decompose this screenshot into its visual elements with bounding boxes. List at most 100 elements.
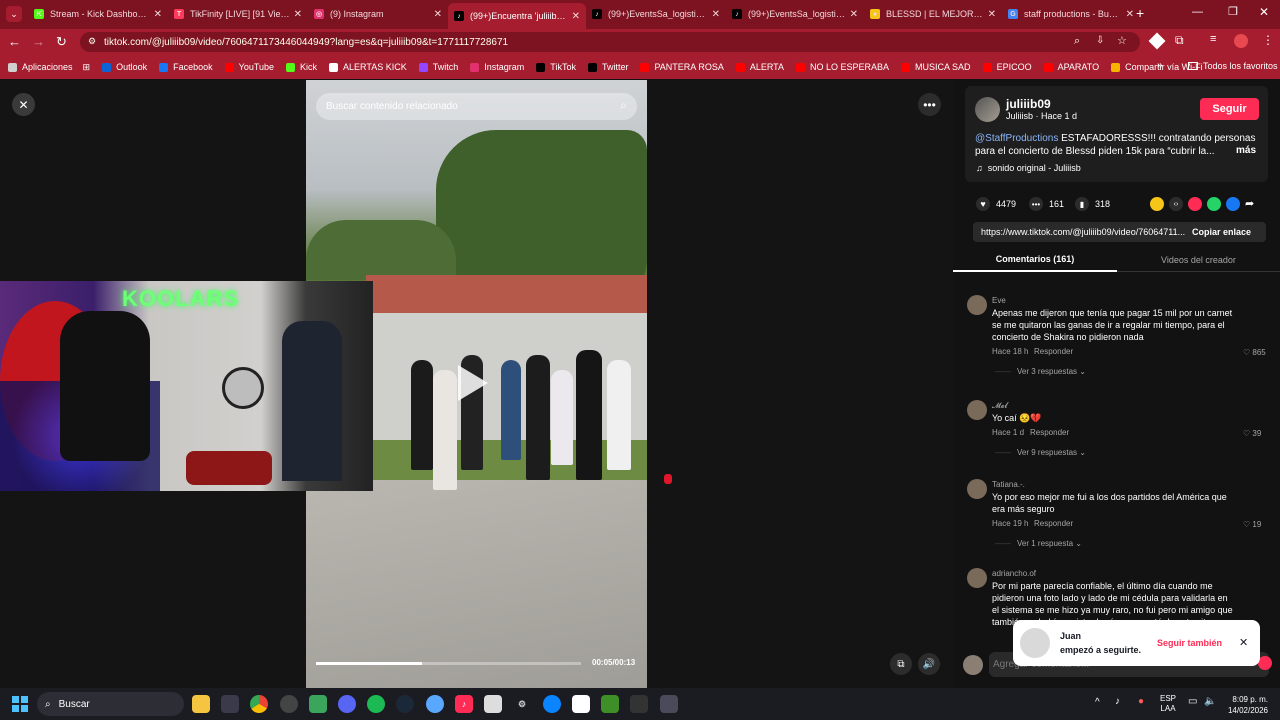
comment-user[interactable]: Tatiana.-. <box>992 480 1025 489</box>
media-control-icon[interactable]: ≡ <box>1210 33 1216 45</box>
view-replies-button[interactable]: —— Ver 3 respuestas ⌄ <box>995 367 1086 376</box>
comment-like[interactable]: ♡ 19 <box>1243 520 1261 529</box>
close-window-button[interactable]: ✕ <box>1259 5 1269 19</box>
more-options-button[interactable]: ••• <box>918 93 941 116</box>
tab-close-icon[interactable]: ✕ <box>988 9 996 20</box>
tab-search-button[interactable]: ⌄ <box>6 6 22 22</box>
search-icon[interactable]: ⌕ <box>620 98 627 113</box>
forward-button[interactable]: → <box>32 34 45 49</box>
volume-button[interactable]: 🔊 <box>918 653 940 675</box>
clock[interactable]: 8:09 p. m. 14/02/2026 <box>1224 694 1268 716</box>
browser-tab[interactable]: ● BLESSD | EL MEJOR HOMBRE ✕ <box>864 3 1002 25</box>
post-link[interactable]: https://www.tiktok.com/@juliiib09/video/… <box>981 227 1186 237</box>
browser-tab[interactable]: Gstaff productions - Buscar ✕ <box>1002 3 1140 25</box>
zoom-icon[interactable]: ⌕ <box>1074 35 1080 48</box>
browser-tab[interactable]: ♪ (99+)EventsSa_logistic (@ ✕ <box>726 3 864 25</box>
related-search-input[interactable]: Buscar contenido relacionado ⌕ <box>316 93 637 120</box>
back-button[interactable]: ← <box>8 34 21 49</box>
browser-tab[interactable]: ♪ (99+)EventsSa_logistic (@ ✕ <box>586 3 726 25</box>
capcut-icon[interactable] <box>572 695 590 713</box>
play-button[interactable] <box>458 365 488 401</box>
facebook-icon[interactable] <box>1226 197 1240 211</box>
new-tab-button[interactable]: + <box>1136 5 1144 21</box>
calculator-icon[interactable] <box>660 695 678 713</box>
reply-button[interactable]: Responder <box>1034 347 1073 356</box>
apps-grid-icon[interactable]: ⊞ <box>83 62 91 73</box>
send-icon[interactable] <box>1188 197 1202 211</box>
spotify-icon[interactable] <box>367 695 385 713</box>
creator-avatar[interactable] <box>975 97 1000 122</box>
reload-button[interactable]: ↻ <box>56 34 67 50</box>
bookmarks-overflow-icon[interactable]: » <box>1157 60 1163 71</box>
app-icon-2[interactable] <box>280 695 298 713</box>
reply-button[interactable]: Responder <box>1030 428 1069 437</box>
close-video-button[interactable]: ✕ <box>12 93 35 116</box>
app-icon-5[interactable] <box>484 695 502 713</box>
share-arrow-icon[interactable]: ➦ <box>1245 197 1254 211</box>
like-action[interactable]: ♥ 4479 <box>976 197 1016 211</box>
whatsapp-icon[interactable] <box>1207 197 1221 211</box>
bookmark-item[interactable]: Facebook <box>159 62 213 72</box>
bookmark-star-icon[interactable]: ☆ <box>1117 34 1127 47</box>
follow-back-button[interactable]: Seguir también <box>1157 638 1222 648</box>
comment-avatar[interactable] <box>967 295 987 315</box>
comment-user[interactable]: adriancho.of <box>992 569 1036 578</box>
embed-icon[interactable]: ‹› <box>1169 197 1183 211</box>
extension-icon[interactable] <box>1148 32 1166 50</box>
bookmark-item[interactable]: ALERTA <box>735 62 784 72</box>
tiktok-icon[interactable]: ♪ <box>455 695 473 713</box>
creator-username[interactable]: juliiib09 <box>1006 97 1051 111</box>
toast-avatar[interactable] <box>1020 628 1050 658</box>
comment-avatar[interactable] <box>967 568 987 588</box>
settings-icon[interactable]: ⚙ <box>513 695 531 713</box>
site-info-icon[interactable]: ⚙ <box>88 36 96 47</box>
tray-network-icon[interactable]: ▭ <box>1188 696 1197 707</box>
view-replies-button[interactable]: —— Ver 1 respuesta ⌄ <box>995 539 1082 548</box>
language-indicator[interactable]: ESP LAA <box>1160 694 1176 714</box>
pip-button[interactable]: ⧉ <box>890 653 912 675</box>
tab-close-icon[interactable]: ✕ <box>154 9 162 20</box>
chrome-icon[interactable] <box>250 695 268 713</box>
tab-close-icon[interactable]: ✕ <box>572 11 580 22</box>
tab-close-icon[interactable]: ✕ <box>294 9 302 20</box>
app-icon-7[interactable] <box>630 695 648 713</box>
save-action[interactable]: ▮ 318 <box>1075 197 1110 211</box>
bookmark-item[interactable]: EPICOO <box>982 62 1032 72</box>
comment-like[interactable]: ♡ 865 <box>1243 348 1266 357</box>
bookmark-item[interactable]: APARATO <box>1043 62 1099 72</box>
taskbar-search[interactable]: ⌕ Buscar <box>37 692 184 716</box>
restore-button[interactable]: ❐ <box>1228 5 1238 18</box>
comment-avatar[interactable] <box>967 479 987 499</box>
comment-like[interactable]: ♡ 39 <box>1243 429 1261 438</box>
caption-more-link[interactable]: más <box>1236 145 1256 156</box>
tray-chevron-icon[interactable]: ^ <box>1095 697 1100 708</box>
app-icon-4[interactable] <box>426 695 444 713</box>
browser-tab[interactable]: K Stream - Kick Dashboard ✕ <box>28 3 168 25</box>
bookmark-item[interactable]: TikTok <box>536 62 576 72</box>
tab-comments[interactable]: Comentarios (161) <box>953 248 1117 272</box>
comment-avatar[interactable] <box>967 400 987 420</box>
file-explorer-icon[interactable] <box>192 695 210 713</box>
comment-user[interactable]: 𝓜𝓮𝓵 <box>992 401 1008 411</box>
profile-avatar[interactable] <box>1234 34 1248 48</box>
coin-icon[interactable] <box>1150 197 1164 211</box>
install-app-icon[interactable]: ⇩ <box>1096 35 1104 46</box>
tab-close-icon[interactable]: ✕ <box>850 9 858 20</box>
tab-close-icon[interactable]: ✕ <box>434 9 442 20</box>
tab-creator-videos[interactable]: Videos del creador <box>1117 248 1280 272</box>
bookmark-item[interactable]: YouTube <box>224 62 274 72</box>
toast-name[interactable]: Juan <box>1060 631 1081 641</box>
bookmark-item[interactable]: Kick <box>286 62 317 72</box>
toast-close-icon[interactable]: ✕ <box>1239 636 1248 649</box>
bookmark-item[interactable]: Aplicaciones ⊞ <box>8 62 90 73</box>
minimize-button[interactable]: — <box>1192 6 1203 18</box>
copy-link-button[interactable]: Copiar enlace <box>1192 227 1251 237</box>
app-icon-6[interactable] <box>543 695 561 713</box>
tab-close-icon[interactable]: ✕ <box>1126 9 1134 20</box>
app-icon-3[interactable] <box>309 695 327 713</box>
browser-tab[interactable]: ◎ (9) Instagram ✕ <box>308 3 448 25</box>
video-progress-track[interactable] <box>316 662 581 665</box>
tray-mic-icon[interactable]: ● <box>1138 696 1144 707</box>
bookmark-item[interactable]: PANTERA ROSA <box>640 62 724 72</box>
chrome-menu-icon[interactable]: ⋮ <box>1262 33 1274 47</box>
